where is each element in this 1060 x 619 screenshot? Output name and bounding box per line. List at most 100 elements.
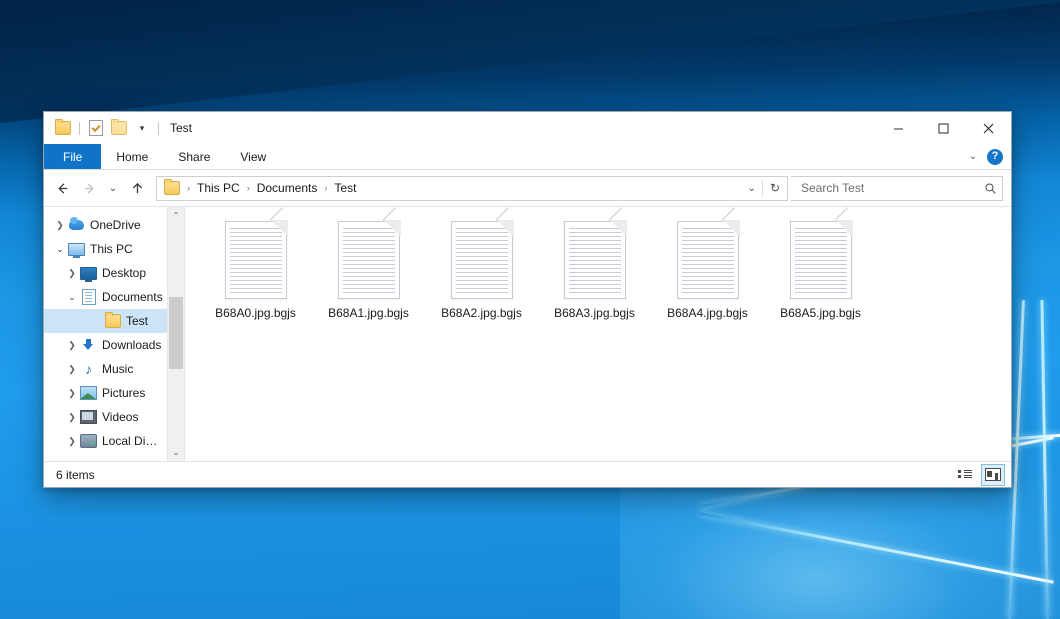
address-bar-controls: ⌄ ↻ [744,180,785,197]
sidebar-item-label: This PC [90,242,133,256]
chevron-right-icon[interactable]: ❯ [52,221,68,230]
address-dropdown-icon[interactable]: ⌄ [744,183,760,194]
sidebar-item-label: Desktop [102,266,146,280]
toolbar-separator [79,122,80,135]
address-bar[interactable]: › This PC › Documents › Test ⌄ ↻ [156,176,788,201]
toolbar-separator [158,122,159,135]
tab-view[interactable]: View [225,144,281,169]
onedrive-icon [68,220,85,230]
tab-home[interactable]: Home [101,144,163,169]
breadcrumb-item-this-pc[interactable]: This PC [193,179,244,197]
chevron-right-icon[interactable]: ❯ [64,365,80,374]
sidebar-item-desktop[interactable]: ❯ Desktop [44,261,167,285]
list-item[interactable]: B68A5.jpg.bgjs [764,219,877,339]
sidebar-item-test[interactable]: ❯ Test [44,309,167,333]
chevron-right-icon[interactable]: ❯ [64,413,80,422]
up-button[interactable] [125,176,149,200]
chevron-down-icon[interactable]: ⌄ [64,293,80,302]
search-icon[interactable] [984,182,997,195]
sidebar-item-label: Music [102,362,133,376]
close-button[interactable] [966,112,1011,144]
list-item[interactable]: B68A4.jpg.bgjs [651,219,764,339]
large-icons-view-icon [985,468,1001,481]
sidebar-item-documents[interactable]: ⌄ Documents [44,285,167,309]
breadcrumb-separator: › [322,183,329,193]
minimize-button[interactable] [876,112,921,144]
list-item[interactable]: B68A3.jpg.bgjs [538,219,651,339]
sidebar-item-downloads[interactable]: ❯ Downloads [44,333,167,357]
breadcrumb-separator: › [185,183,192,193]
properties-icon[interactable] [87,119,105,137]
sidebar-item-pictures[interactable]: ❯ Pictures [44,381,167,405]
generic-file-icon [225,221,287,299]
generic-file-icon [338,221,400,299]
scroll-down-button[interactable]: ⌄ [168,444,184,461]
scroll-up-button[interactable]: ⌃ [168,207,184,224]
chevron-right-icon[interactable]: ❯ [64,389,80,398]
chevron-down-icon[interactable]: ⌄ [969,151,977,162]
folder-tree: ❯ OneDrive ⌄ This PC ❯ Desktop [44,207,167,461]
breadcrumb: › This PC › Documents › Test [162,179,744,197]
generic-file-icon [677,221,739,299]
sidebar-item-label: Downloads [102,338,161,352]
sidebar-item-local-disk-c[interactable]: ❯ Local Disk (C:) [44,429,167,453]
scrollbar-track[interactable] [168,224,184,444]
sidebar-item-label: Pictures [102,386,145,400]
desktop: ▾ Test [0,0,1060,619]
chevron-placeholder-icon: ❯ [88,317,104,326]
title-bar: ▾ Test [44,112,1011,144]
chevron-right-icon[interactable]: ❯ [64,437,80,446]
file-grid: B68A0.jpg.bgjs B68A1.jpg.bgjs [199,219,1011,339]
search-box[interactable] [791,176,1003,201]
breadcrumb-item-test[interactable]: Test [330,179,360,197]
help-icon[interactable]: ? [987,149,1003,165]
file-name: B68A5.jpg.bgjs [777,305,864,321]
navigation-bar: ⌄ › This PC › Documents › T [44,170,1011,206]
tab-file[interactable]: File [44,144,101,169]
search-input[interactable] [799,180,984,196]
sidebar-item-music[interactable]: ❯ ♪ Music [44,357,167,381]
generic-file-icon [564,221,626,299]
chevron-right-icon[interactable]: ❯ [64,341,80,350]
sidebar-scrollbar[interactable]: ⌃ ⌄ [167,207,184,461]
ribbon-right-controls: ⌄ ? [969,144,1003,169]
back-button[interactable] [50,176,74,200]
file-name: B68A4.jpg.bgjs [664,305,751,321]
sidebar-item-onedrive[interactable]: ❯ OneDrive [44,213,167,237]
this-pc-icon [68,243,85,256]
list-item[interactable]: B68A2.jpg.bgjs [425,219,538,339]
folder-icon[interactable] [54,119,72,137]
generic-file-icon [790,221,852,299]
file-name: B68A1.jpg.bgjs [325,305,412,321]
pictures-icon [80,386,97,400]
new-folder-icon[interactable] [110,119,128,137]
details-view-button[interactable] [953,464,977,486]
sidebar-item-label: Test [126,314,148,328]
documents-icon [80,289,97,305]
navigation-pane: ❯ OneDrive ⌄ This PC ❯ Desktop [44,207,185,461]
scrollbar-thumb[interactable] [169,297,183,370]
list-item[interactable]: B68A0.jpg.bgjs [199,219,312,339]
disk-icon [80,434,97,448]
folder-icon [104,314,121,328]
tab-share[interactable]: Share [163,144,225,169]
chevron-down-icon[interactable]: ⌄ [52,245,68,254]
sidebar-item-videos[interactable]: ❯ Videos [44,405,167,429]
item-count-label: 6 items [56,468,95,482]
status-bar: 6 items [44,461,1011,487]
file-list-pane[interactable]: B68A0.jpg.bgjs B68A1.jpg.bgjs [185,207,1011,461]
sidebar-item-label: Local Disk (C:) [102,434,163,448]
breadcrumb-item-documents[interactable]: Documents [253,179,322,197]
sidebar-item-this-pc[interactable]: ⌄ This PC [44,237,167,261]
breadcrumb-folder-icon[interactable] [162,179,184,197]
list-item[interactable]: B68A1.jpg.bgjs [312,219,425,339]
forward-button[interactable] [77,176,101,200]
large-icons-view-button[interactable] [981,464,1005,486]
quick-access-dropdown-icon[interactable]: ▾ [133,119,151,137]
maximize-button[interactable] [921,112,966,144]
file-name: B68A0.jpg.bgjs [212,305,299,321]
recent-locations-button[interactable]: ⌄ [104,176,122,200]
refresh-icon[interactable]: ↻ [765,181,785,195]
music-icon: ♪ [80,362,97,376]
chevron-right-icon[interactable]: ❯ [64,269,80,278]
